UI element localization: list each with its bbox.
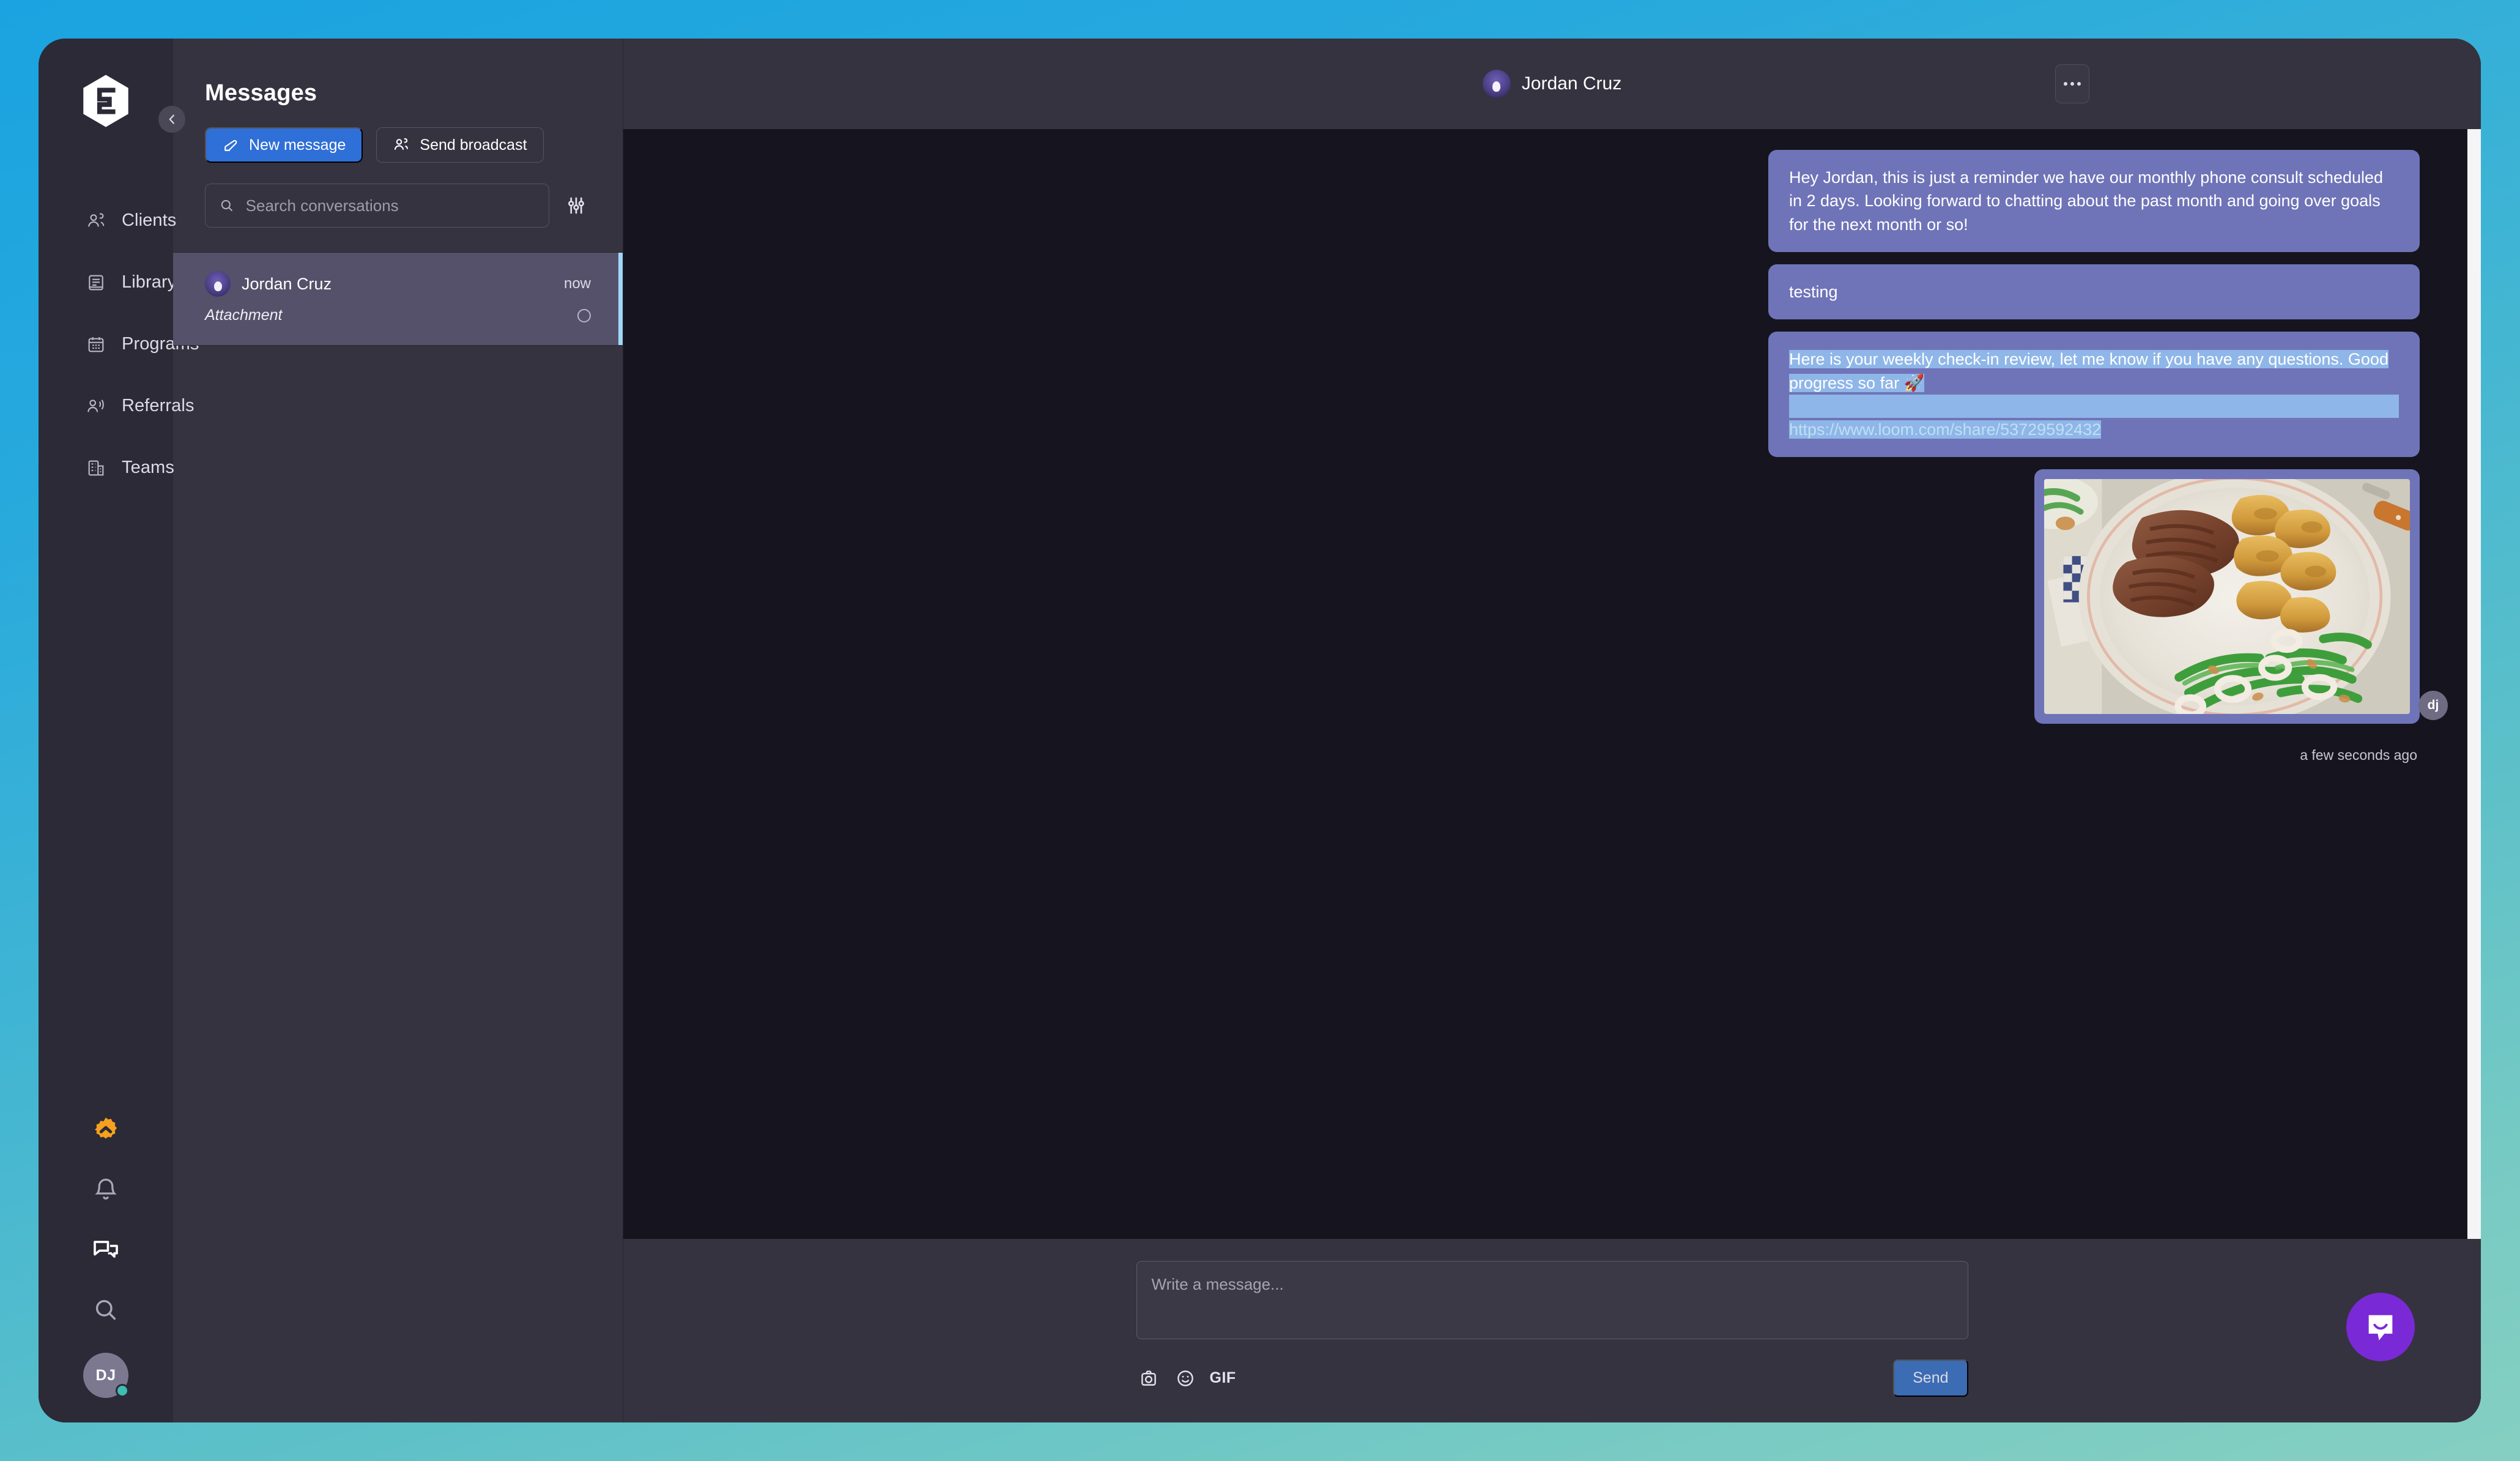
message-text: testing <box>1789 282 1838 301</box>
conversation-actions: New message Send broadcast <box>205 127 591 163</box>
filter-sliders-icon <box>568 197 584 214</box>
emoji-smile-icon[interactable] <box>1173 1366 1198 1391</box>
sidebar-item-label: Referrals <box>122 396 195 415</box>
send-broadcast-button[interactable]: Send broadcast <box>376 127 544 163</box>
message-bubble: Hey Jordan, this is just a reminder we h… <box>1768 150 2420 252</box>
sender-avatar-badge: dj <box>2418 691 2448 721</box>
chat-options-button[interactable] <box>2055 64 2089 103</box>
message-link[interactable]: https://www.loom.com/share/53729592432 <box>1789 420 2102 439</box>
attachment-image[interactable] <box>2044 479 2410 715</box>
gif-button[interactable]: GIF <box>1210 1369 1236 1387</box>
new-message-button[interactable]: New message <box>205 127 363 163</box>
message-bubble: Here is your weekly check-in review, let… <box>1768 332 2420 458</box>
search-row <box>205 184 591 228</box>
everfit-hexagon-logo-icon[interactable] <box>77 72 135 130</box>
chat-scroll-area[interactable]: Hey Jordan, this is just a reminder we h… <box>623 129 2481 1239</box>
sidebar-item-label: Library <box>122 272 177 292</box>
programs-calendar-icon <box>86 335 106 354</box>
conversations-panel: Messages New message Send broadcast Sear… <box>173 39 623 1422</box>
bell-icon[interactable] <box>89 1173 123 1207</box>
filter-button[interactable] <box>561 191 591 220</box>
message-bubble: testing <box>1768 264 2420 320</box>
intercom-chat-icon <box>2368 1315 2393 1340</box>
avatar <box>205 271 231 297</box>
send-button[interactable]: Send <box>1893 1359 1968 1397</box>
library-book-icon <box>86 273 106 292</box>
chat-bubbles-icon[interactable] <box>89 1233 123 1267</box>
search-conversations-box[interactable] <box>205 184 549 228</box>
app-window: Clients Library Programs Referrals Teams… <box>39 39 2481 1422</box>
conversation-row-bottom: Attachment <box>205 307 591 324</box>
chevron-left-icon <box>169 114 174 124</box>
unread-status-ring[interactable] <box>577 308 591 322</box>
composer-toolbar: GIF Send <box>1136 1359 1968 1397</box>
sidebar-item-referrals[interactable]: Referrals <box>39 375 194 437</box>
search-icon[interactable] <box>89 1293 123 1327</box>
conversations-header: Messages New message Send broadcast <box>173 39 623 228</box>
new-message-label: New message <box>249 136 346 154</box>
user-avatar[interactable]: DJ <box>83 1353 129 1398</box>
attachment-timestamp: a few seconds ago <box>2300 747 2417 764</box>
sidebar-nav-list: Clients Library Programs Referrals Teams <box>39 190 199 499</box>
sidebar-item-label: Teams <box>122 458 174 477</box>
more-horizontal-icon <box>2064 82 2081 86</box>
conversation-row-top: Jordan Cruz now <box>205 271 591 297</box>
message-blank-line <box>1789 394 2399 418</box>
search-icon <box>221 199 232 212</box>
referrals-megaphone-person-icon <box>86 396 106 416</box>
chat-panel: Jordan Cruz Hey Jordan, this is just a r… <box>623 39 2481 1422</box>
clients-people-icon <box>86 211 106 231</box>
sidebar-item-teams[interactable]: Teams <box>39 437 174 499</box>
sidebar-bottom-actions: DJ <box>39 1113 173 1398</box>
compose-pencil-icon <box>224 139 237 151</box>
message-list: Hey Jordan, this is just a reminder we h… <box>623 150 2481 764</box>
avatar <box>1482 70 1511 98</box>
primary-sidebar: Clients Library Programs Referrals Teams… <box>39 39 199 1422</box>
upgrade-badge-icon[interactable] <box>89 1113 123 1147</box>
message-text: Hey Jordan, this is just a reminder we h… <box>1789 168 2384 234</box>
sidebar-item-label: Clients <box>122 210 177 230</box>
sidebar-collapse-button[interactable] <box>158 106 185 133</box>
chat-peer-name: Jordan Cruz <box>1521 73 1622 94</box>
conversation-list: Jordan Cruz now Attachment <box>173 252 623 346</box>
message-text-selected: Here is your weekly check-in review, let… <box>1789 350 2388 392</box>
page-title: Messages <box>205 80 317 106</box>
composer-inner: GIF Send <box>1136 1261 1968 1397</box>
message-input[interactable] <box>1136 1261 1968 1339</box>
message-composer: GIF Send <box>623 1239 2481 1422</box>
teams-building-icon <box>86 458 106 478</box>
conversation-preview: Attachment <box>205 307 283 324</box>
conversation-timestamp: now <box>563 275 591 292</box>
send-broadcast-label: Send broadcast <box>420 136 527 154</box>
user-avatar-initials: DJ <box>95 1366 116 1384</box>
online-status-dot <box>116 1384 129 1397</box>
broadcast-people-icon <box>395 138 409 150</box>
chat-scrollbar[interactable] <box>2467 129 2481 1239</box>
list-item[interactable]: Jordan Cruz now Attachment <box>173 253 623 346</box>
chat-peer: Jordan Cruz <box>1482 70 1622 98</box>
sidebar-item-programs[interactable]: Programs <box>39 313 199 375</box>
chat-header: Jordan Cruz <box>623 39 2481 129</box>
conversation-name: Jordan Cruz <box>242 274 332 293</box>
sidebar-item-library[interactable]: Library <box>39 251 177 313</box>
search-input[interactable] <box>245 196 535 215</box>
attachment-message-bubble[interactable]: dj <box>2034 469 2448 724</box>
intercom-launcher-button[interactable] <box>2346 1293 2415 1361</box>
sidebar-item-clients[interactable]: Clients <box>39 190 177 251</box>
camera-icon[interactable] <box>1136 1366 1161 1391</box>
